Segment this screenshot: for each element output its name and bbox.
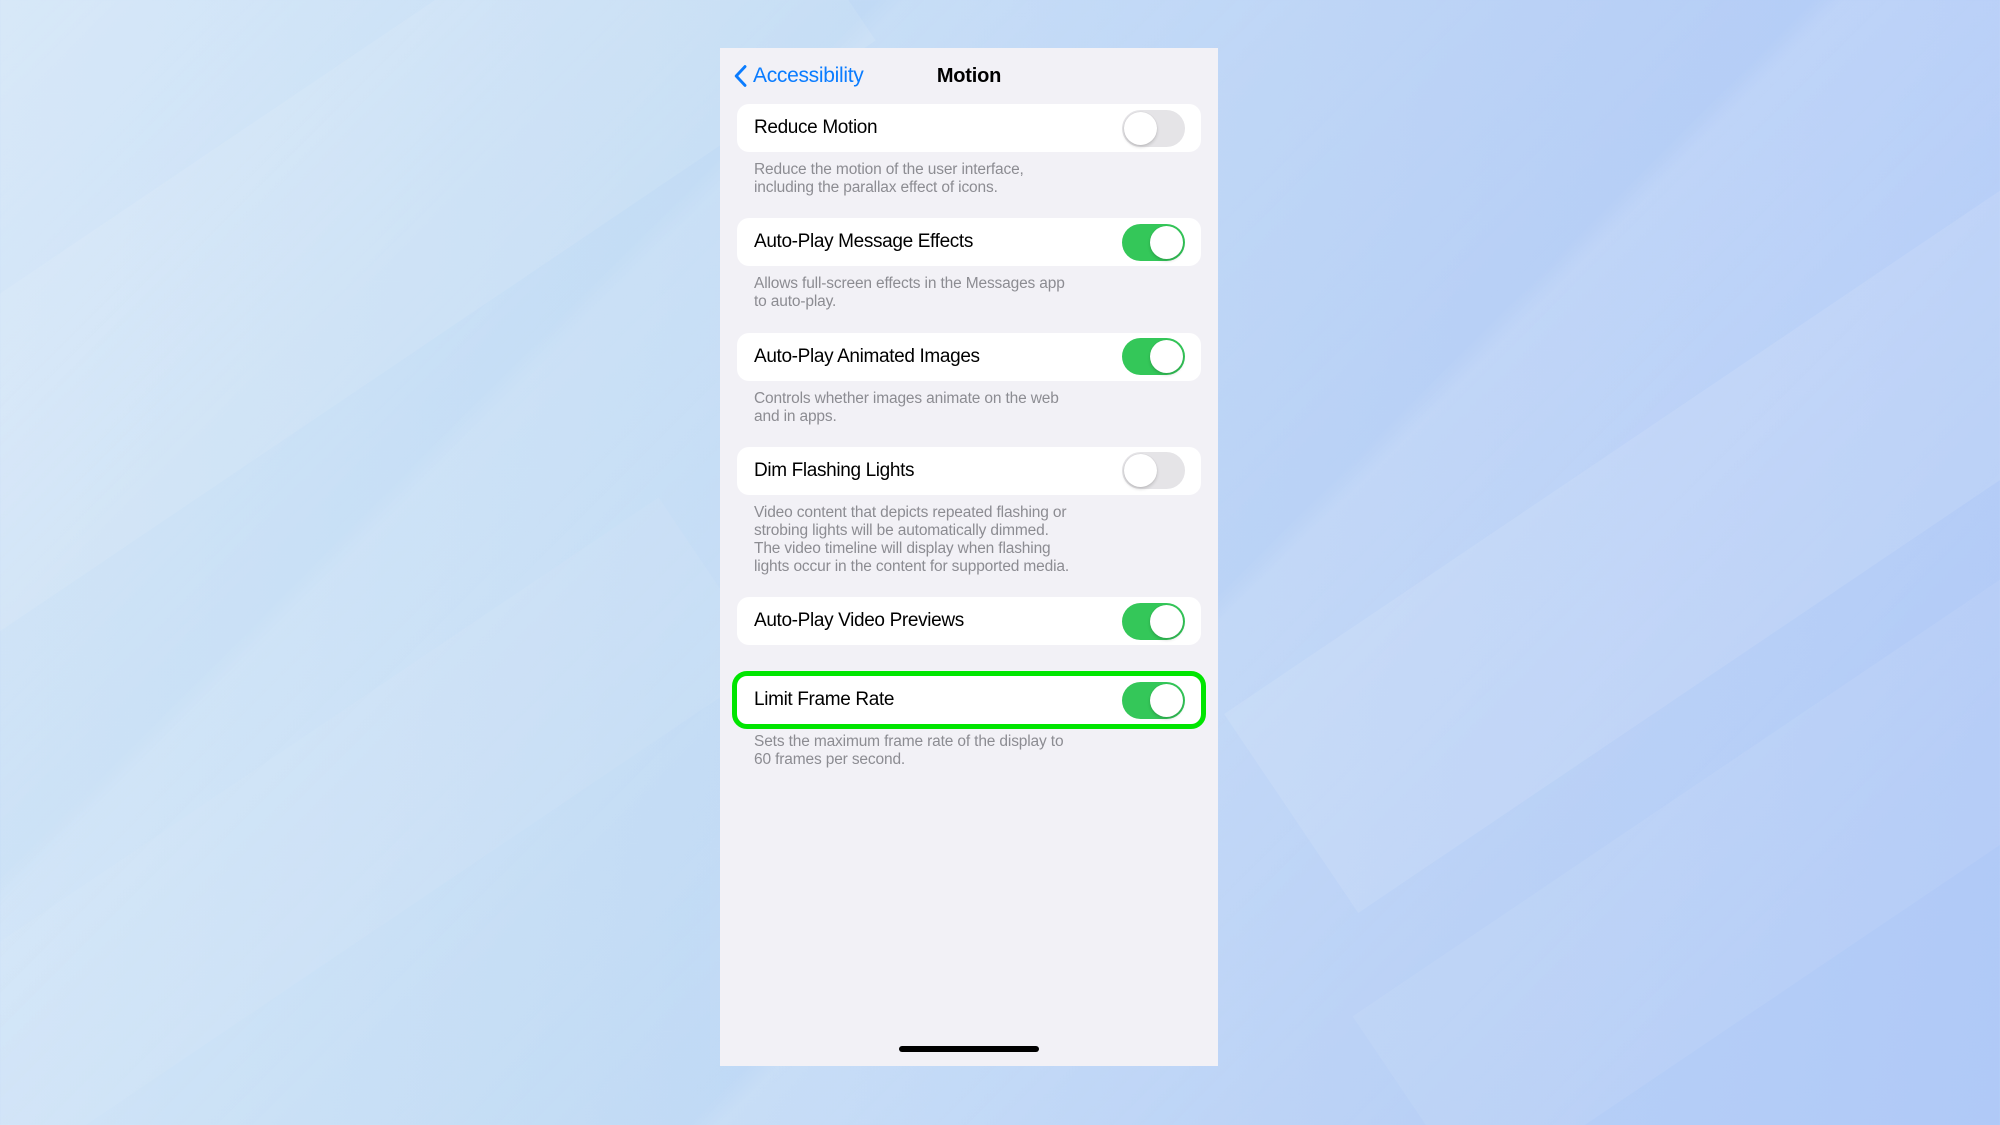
- setting-description: Reduce the motion of the user interface,…: [754, 161, 1024, 197]
- setting-label: Auto-Play Animated Images: [754, 345, 980, 367]
- background-band: [0, 497, 771, 1125]
- setting-toggle[interactable]: [1122, 223, 1185, 261]
- setting-toggle[interactable]: [1122, 681, 1185, 719]
- toggle-knob: [1124, 111, 1157, 145]
- toggle-knob: [1150, 340, 1183, 373]
- setting-group: Auto-Play Message Effects Allows full-scr…: [737, 218, 1201, 311]
- setting-row[interactable]: Limit Frame Rate: [732, 671, 1206, 730]
- back-button-accessibility[interactable]: Accessibility: [734, 64, 864, 88]
- toggle-knob: [1150, 225, 1183, 259]
- setting-description: Controls whether images animate on the w…: [754, 389, 1059, 425]
- setting-description: Video content that depicts repeated flas…: [754, 503, 1070, 576]
- settings-list: Reduce Motion Reduce the motion of the us…: [720, 104, 1218, 770]
- setting-label: Auto-Play Video Previews: [754, 610, 964, 632]
- setting-label: Dim Flashing Lights: [754, 459, 915, 481]
- setting-row[interactable]: Reduce Motion: [737, 104, 1201, 152]
- setting-row[interactable]: Auto-Play Video Previews: [737, 597, 1201, 646]
- setting-toggle[interactable]: [1122, 452, 1185, 490]
- setting-row[interactable]: Auto-Play Message Effects: [737, 218, 1201, 267]
- toggle-knob: [1150, 683, 1183, 717]
- background-band: [1224, 0, 2000, 913]
- navigation-bar: Accessibility Motion: [720, 48, 1218, 104]
- setting-group: Auto-Play Animated Images Controls whethe…: [737, 332, 1201, 426]
- setting-label: Auto-Play Message Effects: [754, 231, 974, 253]
- setting-row[interactable]: Auto-Play Animated Images: [737, 332, 1201, 381]
- chevron-left-icon: [734, 65, 747, 87]
- setting-group: Reduce Motion Reduce the motion of the us…: [737, 104, 1201, 197]
- back-button-label: Accessibility: [753, 64, 864, 87]
- setting-toggle[interactable]: [1122, 109, 1185, 147]
- background-band: [1352, 401, 2000, 1125]
- setting-label: Reduce Motion: [754, 117, 878, 138]
- setting-toggle[interactable]: [1122, 338, 1185, 375]
- toggle-knob: [1150, 604, 1183, 638]
- setting-description: Sets the maximum frame rate of the displ…: [754, 733, 1064, 769]
- setting-group: Limit Frame Rate Sets the maximum frame r…: [732, 671, 1206, 769]
- setting-description: Allows full-screen effects in the Messag…: [754, 275, 1065, 311]
- setting-toggle[interactable]: [1122, 602, 1185, 640]
- toggle-knob: [1124, 454, 1157, 488]
- setting-label: Limit Frame Rate: [754, 689, 895, 711]
- setting-group: Auto-Play Video Previews: [737, 597, 1201, 654]
- setting-group: Dim Flashing Lights Video content that de…: [737, 446, 1201, 577]
- home-indicator[interactable]: [899, 1046, 1039, 1052]
- setting-row[interactable]: Dim Flashing Lights: [737, 446, 1201, 495]
- phone-screen: Accessibility Motion Reduce Motion Reduce…: [720, 48, 1218, 1066]
- setting-description: [737, 645, 1089, 654]
